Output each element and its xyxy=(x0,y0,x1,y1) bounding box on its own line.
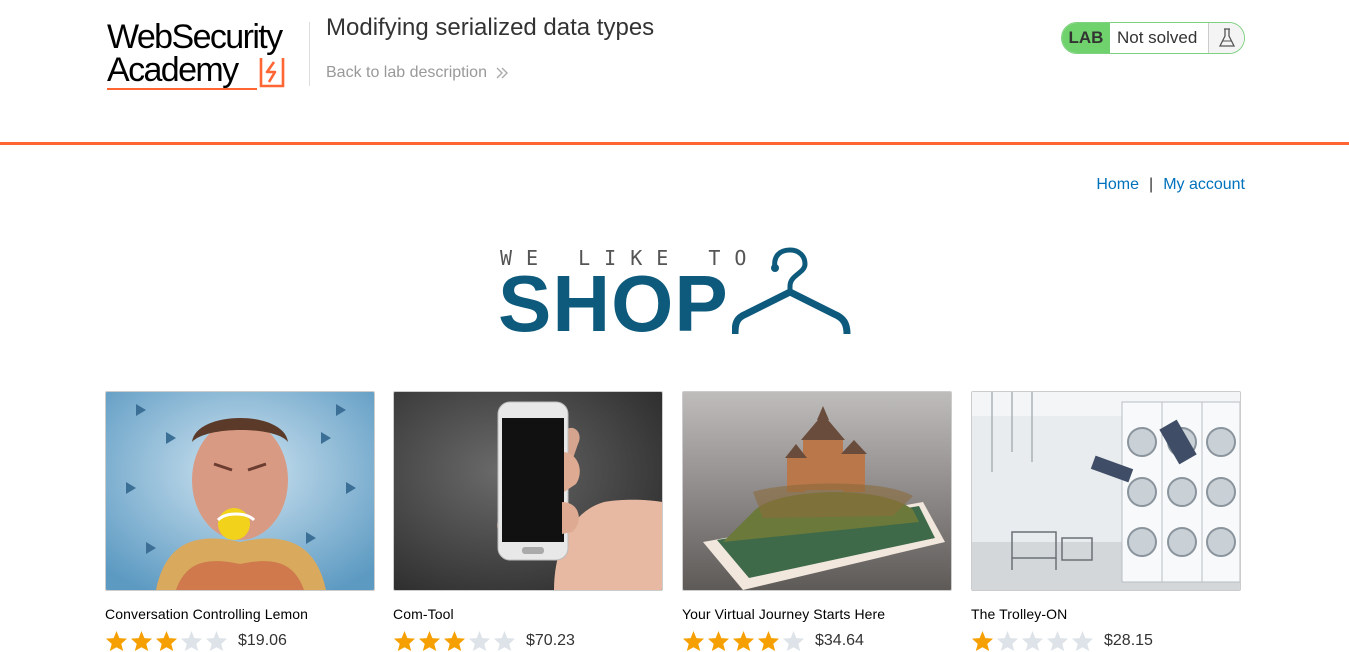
lab-status-text: Not solved xyxy=(1110,23,1209,53)
shop-hero-banner: WE LIKE TO SHOP xyxy=(498,244,858,344)
product-card[interactable]: Your Virtual Journey Starts Here $34.64 xyxy=(682,391,952,652)
logo-bolt-icon xyxy=(259,58,285,88)
clothes-hanger-icon xyxy=(732,247,851,335)
product-image-hand-holding-phone[interactable] xyxy=(393,391,663,591)
product-name: The Trolley-ON xyxy=(971,606,1068,622)
product-card[interactable]: The Trolley-ON $28.15 xyxy=(971,391,1241,652)
logo-underline xyxy=(107,88,257,90)
lab-title: Modifying serialized data types xyxy=(326,14,655,41)
lab-badge: LAB xyxy=(1062,23,1110,53)
back-link-label: Back to lab description xyxy=(326,64,487,81)
star-empty-icon xyxy=(180,630,203,652)
home-link[interactable]: Home xyxy=(1096,176,1139,193)
star-empty-icon xyxy=(468,630,491,652)
star-empty-icon xyxy=(1071,630,1094,652)
product-image-man-biting-lemon[interactable] xyxy=(105,391,375,591)
hero-headline: SHOP xyxy=(498,259,729,348)
star-filled-icon xyxy=(707,630,730,652)
product-rating: $19.06 xyxy=(105,630,375,652)
star-empty-icon xyxy=(996,630,1019,652)
product-price: $70.23 xyxy=(526,632,575,649)
product-rating: $28.15 xyxy=(971,630,1241,652)
academy-header: WebSecurity Academy Modifying serialized… xyxy=(0,0,1349,142)
header-divider xyxy=(309,22,310,86)
web-security-academy-logo[interactable]: WebSecurity Academy xyxy=(107,18,307,94)
star-filled-icon xyxy=(130,630,153,652)
star-filled-icon xyxy=(682,630,705,652)
product-price: $28.15 xyxy=(1104,632,1153,649)
product-name: Your Virtual Journey Starts Here xyxy=(682,606,886,622)
back-to-lab-description-link[interactable]: Back to lab description xyxy=(326,64,509,82)
star-filled-icon xyxy=(155,630,178,652)
product-image-laundromat-dive[interactable] xyxy=(971,391,1241,591)
product-image-castle-on-phone[interactable] xyxy=(682,391,952,591)
my-account-link[interactable]: My account xyxy=(1163,176,1245,193)
product-rating: $34.64 xyxy=(682,630,952,652)
product-name: Com-Tool xyxy=(393,606,454,622)
star-empty-icon xyxy=(782,630,805,652)
star-filled-icon xyxy=(418,630,441,652)
nav-separator: | xyxy=(1149,176,1154,193)
logo-text-line2: Academy xyxy=(107,51,239,89)
product-name: Conversation Controlling Lemon xyxy=(105,606,308,622)
lab-status-widget: LAB Not solved xyxy=(1061,22,1245,54)
star-empty-icon xyxy=(205,630,228,652)
product-card[interactable]: Conversation Controlling Lemon $19.06 xyxy=(105,391,375,652)
star-filled-icon xyxy=(757,630,780,652)
star-empty-icon xyxy=(493,630,516,652)
product-card[interactable]: Com-Tool $70.23 xyxy=(393,391,663,652)
star-empty-icon xyxy=(1021,630,1044,652)
logo-text-line1: WebSecurity xyxy=(107,18,283,56)
top-navigation: Home | My account xyxy=(1096,176,1245,194)
star-filled-icon xyxy=(443,630,466,652)
double-chevron-right-icon xyxy=(496,67,508,79)
star-filled-icon xyxy=(971,630,994,652)
product-price: $19.06 xyxy=(238,632,287,649)
header-accent-rule xyxy=(0,142,1349,145)
star-empty-icon xyxy=(1046,630,1069,652)
flask-icon xyxy=(1209,23,1244,53)
product-rating: $70.23 xyxy=(393,630,663,652)
star-filled-icon xyxy=(732,630,755,652)
star-filled-icon xyxy=(105,630,128,652)
star-filled-icon xyxy=(393,630,416,652)
product-price: $34.64 xyxy=(815,632,864,649)
